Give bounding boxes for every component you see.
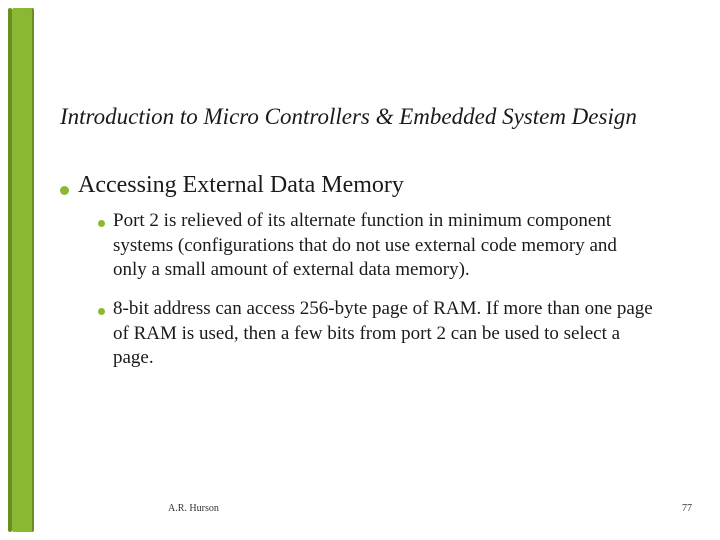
bullet-dot-icon: [60, 186, 69, 195]
bullet-level1-text: Accessing External Data Memory: [78, 172, 404, 199]
bullet-level1: Accessing External Data Memory: [60, 172, 700, 199]
footer-author: A.R. Hurson: [168, 503, 219, 514]
slide-content: Introduction to Micro Controllers & Embe…: [60, 0, 700, 540]
footer-page-number: 77: [682, 503, 692, 514]
bullet-dot-icon: [98, 220, 105, 227]
bullet-level2-text: Port 2 is relieved of its alternate func…: [113, 209, 653, 283]
bullet-dot-icon: [98, 308, 105, 315]
slide-title: Introduction to Micro Controllers & Embe…: [60, 104, 700, 130]
bullet-level2: 8-bit address can access 256-byte page o…: [98, 297, 700, 371]
accent-main-bar: [12, 8, 32, 532]
bullet-level2-text: 8-bit address can access 256-byte page o…: [113, 297, 653, 371]
side-accent: [8, 8, 36, 532]
bullet-level2: Port 2 is relieved of its alternate func…: [98, 209, 700, 283]
